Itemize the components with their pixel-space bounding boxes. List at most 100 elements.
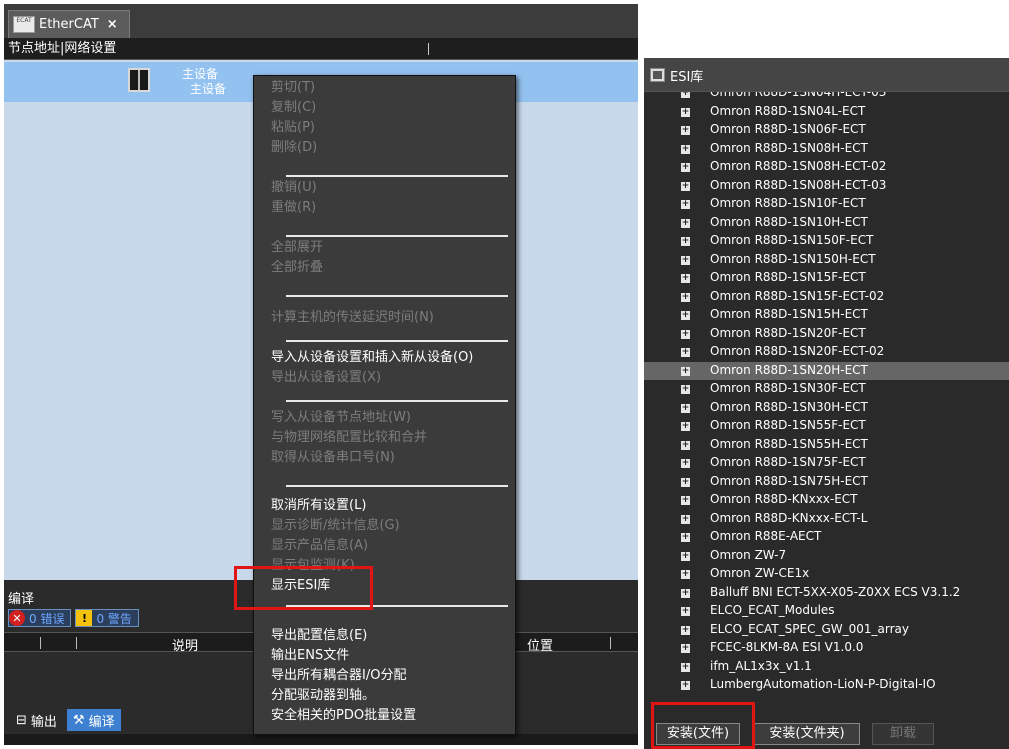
uninstall-button[interactable]: 卸载 — [872, 723, 934, 745]
esi-list-item[interactable]: + Omron R88D-1SN30H-ECT — [644, 399, 1009, 417]
expand-icon[interactable]: + — [681, 644, 690, 653]
expand-icon[interactable]: + — [681, 662, 690, 672]
esi-list-item[interactable]: + Omron R88D-1SN15F-ECT-02 — [644, 288, 1009, 306]
expand-icon[interactable]: + — [681, 255, 690, 265]
esi-list-item[interactable]: + Omron R88E-AECT — [644, 528, 1009, 546]
esi-list-item[interactable]: + Omron R88D-1SN15H-ECT — [644, 306, 1009, 324]
expand-icon[interactable]: + — [681, 440, 690, 450]
tab-output[interactable]: ⊟ 输出 — [10, 709, 63, 731]
esi-list-item[interactable]: + Omron R88D-1SN06F-ECT — [644, 121, 1009, 139]
esi-library-title: ESI库 — [670, 70, 704, 85]
warnings-filter-button[interactable]: ! 0 警告 — [75, 609, 139, 627]
close-icon[interactable]: × — [107, 17, 118, 32]
esi-list-item[interactable]: + Omron R88D-1SN08H-ECT-02 — [644, 158, 1009, 176]
expand-icon[interactable]: + — [681, 403, 690, 413]
expand-icon[interactable]: + — [681, 496, 690, 505]
expand-icon[interactable]: + — [681, 200, 690, 209]
expand-icon[interactable]: + — [681, 607, 690, 616]
expand-icon[interactable]: + — [681, 459, 690, 468]
esi-list-item[interactable]: + Omron R88D-1SN55F-ECT — [644, 417, 1009, 435]
esi-list-item[interactable]: + Omron R88D-1SN75H-ECT — [644, 473, 1009, 491]
context-menu-item[interactable]: 取消所有设置(L) — [271, 496, 366, 516]
install-folder-button[interactable]: 安装(文件夹) — [754, 723, 860, 745]
esi-list-item[interactable]: + ifm_AL1x3x_v1.1 — [644, 658, 1009, 676]
expand-icon[interactable]: + — [681, 477, 690, 487]
esi-list-item[interactable]: + Omron R88D-1SN55H-ECT — [644, 436, 1009, 454]
esi-list-item-label: Omron R88D-1SN75F-ECT — [710, 455, 866, 469]
esi-list-item[interactable]: + Omron R88D-1SN08H-ECT-03 — [644, 177, 1009, 195]
expand-icon[interactable]: + — [681, 366, 690, 376]
esi-list-item[interactable]: + Omron R88D-1SN04L-ECT — [644, 103, 1009, 121]
expand-icon[interactable]: + — [681, 514, 690, 524]
expand-icon[interactable]: + — [681, 163, 690, 172]
esi-list-item[interactable]: + Balluff BNI ECT-5XX-X05-Z0XX ECS V3.1.2 — [644, 584, 1009, 602]
screen: ECAT EtherCAT × 节点地址|网络设置 主设备 主设备 编译 ✕ 0… — [0, 0, 1009, 749]
column-splitter[interactable] — [428, 43, 429, 55]
expand-icon[interactable]: + — [681, 274, 690, 283]
column-splitter[interactable] — [76, 637, 77, 649]
esi-list-item-label: FCEC-8LKM-8A ESI V1.0.0 — [710, 640, 864, 654]
context-menu-item[interactable]: 导出配置信息(E) — [271, 626, 367, 646]
esi-list-item[interactable]: + LumbergAutomation-LioN-P-Digital-IO — [644, 676, 1009, 694]
esi-list-item[interactable]: + Omron ZW-7 — [644, 547, 1009, 565]
esi-list-item[interactable]: + Omron R88D-1SN30F-ECT — [644, 380, 1009, 398]
esi-list-item[interactable]: + Omron R88D-1SN15F-ECT — [644, 269, 1009, 287]
expand-icon[interactable]: + — [681, 348, 690, 357]
esi-list-item-label: Omron R88D-1SN04L-ECT — [710, 103, 866, 118]
expand-icon[interactable]: + — [681, 144, 690, 154]
esi-list-item[interactable]: + ELCO_ECAT_Modules — [644, 602, 1009, 620]
menu-separator — [286, 235, 508, 237]
expand-icon[interactable]: + — [681, 681, 690, 690]
esi-list-item[interactable]: + Omron R88D-1SN20F-ECT-02 — [644, 343, 1009, 361]
expand-icon[interactable]: + — [681, 311, 690, 320]
column-splitter[interactable] — [610, 637, 611, 649]
column-header: 节点地址|网络设置 — [4, 38, 638, 60]
esi-list-item[interactable]: + Omron R88D-1SN20F-ECT — [644, 325, 1009, 343]
context-menu-item[interactable]: 导入从设备设置和插入新从设备(O) — [271, 348, 473, 368]
warnings-count: 0 警告 — [96, 611, 132, 626]
status-bar — [4, 734, 638, 745]
esi-list-item[interactable]: + Omron R88D-1SN20H-ECT — [644, 361, 1009, 380]
expand-icon[interactable]: + — [681, 181, 690, 191]
tab-compile[interactable]: ⚒ 编译 — [66, 709, 121, 731]
esi-list-item[interactable]: + Omron R88D-1SN08H-ECT — [644, 140, 1009, 158]
column-position[interactable]: 位置 — [527, 635, 553, 654]
expand-icon[interactable]: + — [681, 292, 690, 302]
context-menu-item[interactable]: 安全相关的PDO批量设置 — [271, 706, 416, 726]
expand-icon[interactable]: + — [681, 329, 690, 339]
esi-device-tree[interactable]: + Omron R88D-1SN04H-ECT-03 + Omron R88D-1SN… — [644, 92, 1009, 712]
esi-list-item[interactable]: + Omron R88D-KNxxx-ECT — [644, 491, 1009, 509]
context-menu-item: 重做(R) — [271, 200, 317, 215]
esi-list-item[interactable]: + ELCO_ECAT_SPEC_GW_001_array — [644, 621, 1009, 639]
expand-icon[interactable]: + — [681, 237, 690, 246]
library-icon — [650, 68, 665, 82]
column-splitter[interactable] — [40, 637, 41, 649]
expand-icon[interactable]: + — [681, 107, 690, 117]
expand-icon[interactable]: + — [681, 218, 690, 228]
esi-list-item[interactable]: + Omron R88D-KNxxx-ECT-L — [644, 510, 1009, 528]
expand-icon[interactable]: + — [681, 625, 690, 635]
esi-list-item[interactable]: + Omron R88D-1SN75F-ECT — [644, 454, 1009, 472]
esi-list-item[interactable]: + Omron R88D-1SN10H-ECT — [644, 214, 1009, 232]
column-description[interactable]: 说明 — [172, 635, 198, 654]
expand-icon[interactable]: + — [681, 551, 690, 561]
tab-ethercat[interactable]: ECAT EtherCAT × — [8, 10, 130, 38]
expand-icon[interactable]: + — [681, 385, 690, 394]
esi-list-item[interactable]: + Omron R88D-1SN150F-ECT — [644, 232, 1009, 250]
expand-icon[interactable]: + — [681, 422, 690, 431]
expand-icon[interactable]: + — [681, 533, 690, 542]
context-menu-item[interactable]: 分配驱动器到轴。 — [271, 686, 375, 706]
expand-icon[interactable]: + — [681, 92, 690, 98]
esi-list-item[interactable]: + Omron R88D-1SN10F-ECT — [644, 195, 1009, 213]
esi-list-item[interactable]: + Omron ZW-CE1x — [644, 565, 1009, 583]
esi-list-item[interactable]: + Omron R88D-1SN150H-ECT — [644, 251, 1009, 269]
context-menu-item[interactable]: 导出所有耦合器I/O分配 — [271, 666, 406, 686]
esi-list-item[interactable]: + Omron R88D-1SN04H-ECT-03 — [644, 92, 1009, 102]
esi-list-item[interactable]: + FCEC-8LKM-8A ESI V1.0.0 — [644, 639, 1009, 657]
esi-list-item-label: Omron R88D-1SN30H-ECT — [710, 399, 868, 414]
context-menu-item[interactable]: 输出ENS文件 — [271, 646, 349, 666]
expand-icon[interactable]: + — [681, 126, 690, 135]
expand-icon[interactable]: + — [681, 570, 690, 579]
expand-icon[interactable]: + — [681, 588, 690, 598]
errors-filter-button[interactable]: ✕ 0 错误 — [8, 609, 72, 627]
